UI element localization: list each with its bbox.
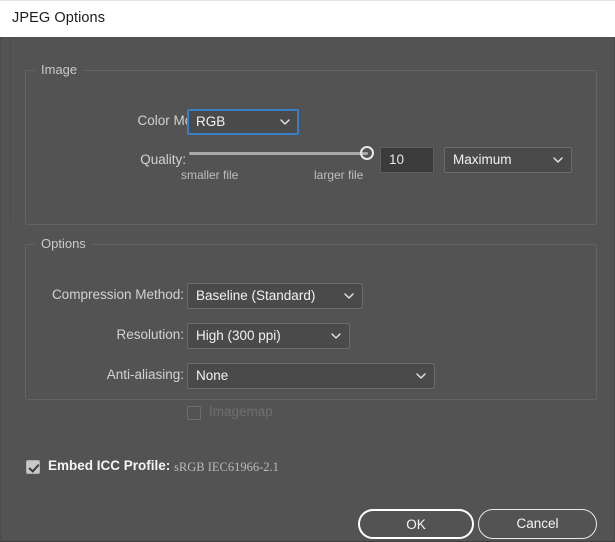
options-group: Options Compression Method: Baseline (St… (25, 236, 597, 420)
window-frame-line (10, 37, 11, 223)
jpeg-options-dialog: JPEG Options Image Color Model: RGB Qual… (0, 0, 615, 542)
chevron-down-icon (416, 373, 426, 379)
quality-preset-select[interactable]: Maximum (444, 147, 572, 173)
resolution-select[interactable]: High (300 ppi) (187, 323, 350, 349)
anti-aliasing-select[interactable]: None (187, 363, 435, 389)
quality-smaller-file-caption: smaller file (181, 168, 239, 182)
quality-slider[interactable] (189, 145, 374, 165)
resolution-value: High (300 ppi) (196, 328, 281, 343)
quality-slider-track[interactable] (189, 152, 368, 155)
chevron-down-icon (344, 293, 354, 299)
embed-icc-profile-label: Embed ICC Profile: (48, 458, 171, 473)
chevron-down-icon (331, 333, 341, 339)
cancel-button[interactable]: Cancel (478, 509, 597, 539)
quality-value: 10 (389, 152, 405, 167)
embed-icc-profile-checkbox[interactable] (26, 460, 40, 474)
options-group-legend: Options (35, 236, 92, 251)
anti-aliasing-value: None (196, 368, 229, 383)
resolution-label: Resolution: (116, 327, 184, 342)
chevron-down-icon (553, 157, 563, 163)
quality-preset-value: Maximum (453, 152, 512, 167)
quality-larger-file-caption: larger file (314, 168, 364, 182)
dialog-body: Image Color Model: RGB Quality: smaller … (0, 37, 615, 542)
compression-method-value: Baseline (Standard) (196, 288, 316, 303)
embed-icc-profile-value: sRGB IEC61966-2.1 (174, 460, 279, 474)
imagemap-checkbox (187, 406, 201, 420)
ok-button[interactable]: OK (358, 509, 474, 539)
chevron-down-icon (280, 119, 290, 125)
anti-aliasing-label: Anti-aliasing: (106, 367, 184, 382)
dialog-titlebar: JPEG Options (0, 0, 615, 37)
imagemap-label: Imagemap (209, 404, 273, 419)
color-model-value: RGB (196, 114, 226, 129)
compression-method-label: Compression Method: (51, 287, 184, 302)
image-group: Image Color Model: RGB Quality: smaller … (25, 62, 597, 225)
quality-label: Quality: (140, 152, 186, 167)
dialog-title: JPEG Options (12, 10, 106, 26)
quality-value-input[interactable]: 10 (380, 147, 434, 173)
color-model-select[interactable]: RGB (187, 109, 299, 135)
compression-method-select[interactable]: Baseline (Standard) (187, 283, 363, 309)
image-group-legend: Image (35, 62, 84, 77)
quality-slider-thumb[interactable] (360, 146, 374, 160)
